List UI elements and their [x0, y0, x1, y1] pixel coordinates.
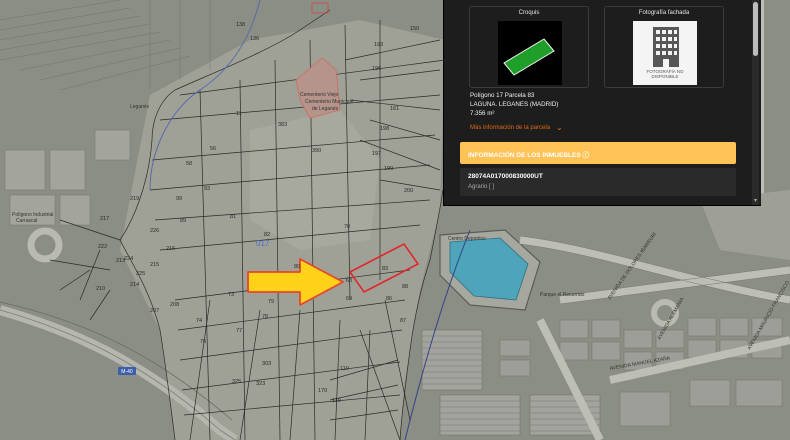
sector-label: 017	[256, 239, 270, 248]
parcel-number: 224	[124, 256, 133, 262]
parcel-number: 197	[372, 151, 381, 157]
parcel-number: 216	[166, 246, 175, 252]
inmuebles-title: INFORMACIÓN DE LOS INMUEBLES ⓘ	[468, 152, 589, 159]
place-label-cementerio-leganes: de Leganés	[312, 106, 339, 112]
parcel-number: 119	[332, 398, 341, 404]
parcel-number: 161	[390, 106, 399, 112]
parcel-number: 58	[186, 161, 192, 167]
place-label-centro-deportivo: Centro Deportivo	[448, 236, 486, 242]
parcel-number: 89	[180, 218, 186, 224]
parcel-number: 136	[250, 36, 259, 42]
inmueble-list-item[interactable]: 28074A017000830000UT Agrario [ ]	[460, 168, 736, 196]
more-info-link[interactable]: Más información de la parcela ⌄	[470, 123, 563, 132]
parcel-number: 87	[400, 318, 406, 324]
fachada-unavailable-caption: FOTOGRAFÍA NO DISPONIBLE	[646, 69, 684, 79]
scroll-down-icon[interactable]: ▾	[752, 197, 759, 205]
parcel-info-panel: Croquis Fotografía fachada FOTOGRAFÍA NO…	[443, 0, 761, 206]
parcel-number: 198	[380, 126, 389, 132]
highway-badge-label: M-40	[121, 369, 133, 375]
place-label-cementerio-viejo: Cementerio Viejo	[300, 92, 338, 98]
highway-badge: M-40	[118, 367, 136, 375]
parcel-number: 77	[236, 328, 242, 334]
parcel-number: 207	[150, 308, 159, 314]
parcel-number: 200	[404, 188, 413, 194]
parcel-number: 219	[130, 196, 139, 202]
parcel-number: 74	[196, 318, 202, 324]
fachada-title: Fotografía fachada	[638, 10, 690, 16]
parcel-number: 210	[96, 286, 105, 292]
parcel-number: 76	[200, 339, 206, 345]
parcel-number: 70	[344, 224, 350, 230]
parcel-number: 390	[312, 148, 321, 154]
parcel-number: 93	[204, 186, 210, 192]
croquis-card: Croquis	[469, 6, 589, 88]
parcel-number: 199	[384, 166, 393, 172]
place-label-carrascal: Carrascal	[16, 218, 37, 224]
parcel-number: 222	[98, 244, 107, 250]
parcel-number: 78	[262, 314, 268, 320]
parcel-number: 383	[278, 122, 287, 128]
parcel-number: 325	[232, 379, 241, 385]
place-label-parque: Parque el Recorrido	[540, 292, 585, 298]
parcel-number: 86	[386, 296, 392, 302]
parcel-number: 213	[116, 258, 125, 264]
croquis-title: Croquis	[518, 10, 540, 16]
parcel-number: 138	[236, 22, 245, 28]
parcel-area: 7.356 m²	[470, 110, 495, 117]
parcel-number: 303	[262, 361, 271, 367]
parcel-number: 110	[340, 366, 349, 372]
referencia-catastral: 28074A017000830000UT	[468, 173, 543, 180]
place-label-cementerio-municipal: Cementerio Municipal	[305, 99, 353, 105]
fachada-card: Fotografía fachada FOTOGRAFÍA NO DISPONI…	[604, 6, 724, 88]
parcel-number: 323	[256, 381, 265, 387]
parcel-id: Polígono 17 Parcela 83	[470, 92, 535, 99]
parcel-number: 79	[268, 299, 274, 305]
more-info-label: Más información de la parcela	[470, 125, 551, 131]
croquis-image[interactable]	[498, 21, 562, 85]
parcel-number: 99	[176, 196, 182, 202]
parcel-location: LAGUNA. LEGANES (MADRID)	[470, 101, 559, 108]
croquis-parcel-shape	[503, 38, 555, 76]
parcel-number: 214	[130, 282, 139, 288]
parcel-number: 88	[402, 284, 408, 290]
place-label-leganes: Leganés	[130, 104, 150, 110]
parcel-number: 73	[228, 292, 234, 298]
parcel-number: 170	[318, 388, 327, 394]
parcel-number: 11	[236, 111, 242, 117]
parcel-number: 196	[372, 66, 381, 72]
parcel-number: 208	[170, 302, 179, 308]
parcel-number: 215	[150, 262, 159, 268]
parcel-number: 69	[346, 296, 352, 302]
parcel-number: 56	[210, 146, 216, 152]
parcel-number: 225	[136, 271, 145, 277]
inmuebles-section-header[interactable]: INFORMACIÓN DE LOS INMUEBLES ⓘ	[460, 142, 736, 164]
parcel-number: 193	[374, 42, 383, 48]
fachada-image: FOTOGRAFÍA NO DISPONIBLE	[633, 21, 697, 85]
parcel-details: Polígono 17 Parcela 83 LAGUNA. LEGANES (…	[470, 91, 558, 118]
parcel-number: 82	[264, 232, 270, 238]
chevron-down-icon: ⌄	[556, 123, 563, 132]
scrollbar-thumb[interactable]	[753, 2, 758, 56]
parcel-number: 81	[230, 214, 236, 220]
panel-scrollbar[interactable]: ▾	[752, 0, 759, 205]
parcel-number: 150	[410, 26, 419, 32]
parcel-number-83: 83	[382, 266, 388, 272]
parcel-number: 217	[100, 216, 109, 222]
parcel-number: 226	[150, 228, 159, 234]
inmueble-uso: Agrario [ ]	[468, 184, 495, 190]
parcel-number: 68	[346, 278, 352, 284]
parcel-number: 80	[294, 264, 300, 270]
